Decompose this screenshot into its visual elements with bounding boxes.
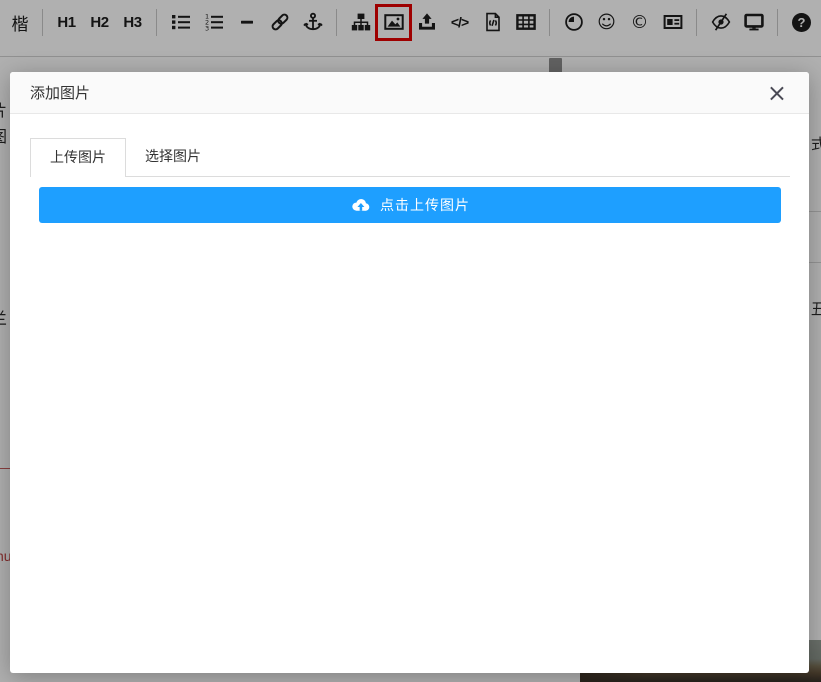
close-icon[interactable]: × (761, 81, 793, 105)
tab-select-image[interactable]: 选择图片 (126, 137, 220, 176)
upload-image-button[interactable]: 点击上传图片 (39, 187, 781, 223)
add-image-dialog: 添加图片 × 上传图片 选择图片 点击上传图片 (10, 72, 809, 673)
dialog-header: 添加图片 × (10, 72, 809, 114)
dialog-tabs: 上传图片 选择图片 (30, 138, 790, 177)
cloud-upload-icon (350, 197, 371, 213)
dialog-title: 添加图片 (30, 82, 90, 103)
tab-upload-image[interactable]: 上传图片 (30, 138, 126, 177)
upload-image-button-label: 点击上传图片 (380, 195, 470, 215)
